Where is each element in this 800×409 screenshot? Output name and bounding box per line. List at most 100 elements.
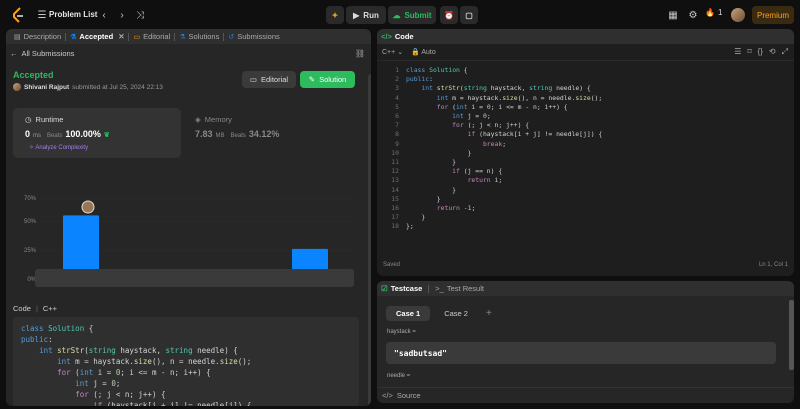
- avatar[interactable]: [731, 8, 745, 22]
- code-line[interactable]: int j = 0;: [406, 112, 491, 121]
- code-line: public:: [21, 335, 53, 344]
- line-number: 8: [395, 130, 399, 139]
- code-line[interactable]: return -1;: [406, 204, 476, 213]
- streak-counter[interactable]: 🔥 1: [705, 8, 722, 17]
- line-number: 2: [395, 75, 399, 84]
- haystack-input[interactable]: "sadbutsad": [386, 342, 776, 364]
- tab-editorial[interactable]: ▭ Editorial: [129, 29, 174, 44]
- notes-button[interactable]: ▢: [460, 6, 478, 24]
- submit-button[interactable]: ☁ Submit: [388, 6, 436, 24]
- gear-icon[interactable]: ⚙: [685, 7, 701, 23]
- case-tabs: Case 1 Case 2 +: [386, 306, 492, 321]
- next-problem-button[interactable]: ›: [114, 7, 130, 23]
- solution-button[interactable]: ✎ Solution: [300, 71, 355, 88]
- code-line[interactable]: public:: [406, 75, 433, 84]
- back-to-submissions-link[interactable]: ← All Submissions: [10, 49, 74, 58]
- history-icon: ↺: [228, 33, 235, 41]
- code-line[interactable]: int m = haystack.size(), n = needle.size…: [406, 94, 602, 103]
- code-section-header: Code | C++: [13, 304, 57, 313]
- document-icon: ▤: [14, 33, 21, 41]
- case-tab-1[interactable]: Case 1: [386, 306, 431, 321]
- code-line[interactable]: }: [406, 149, 472, 158]
- editorial-label: Editorial: [260, 75, 289, 84]
- submitter-name[interactable]: Shivani Rajput: [24, 84, 69, 91]
- flask-icon: ⚗: [70, 33, 77, 41]
- fire-icon: 🔥: [705, 8, 715, 17]
- code-line[interactable]: }: [406, 195, 441, 204]
- editorial-button[interactable]: ▭ Editorial: [242, 71, 296, 88]
- line-number: 17: [391, 213, 399, 222]
- tab-test-result[interactable]: >_ Test Result: [435, 284, 484, 293]
- cursor-position: Ln 1, Col 1: [758, 262, 788, 268]
- memory-number: 7.83: [195, 129, 213, 139]
- close-icon[interactable]: ✕: [118, 32, 124, 41]
- scrollbar[interactable]: [368, 74, 371, 406]
- tab-label: Description: [23, 32, 62, 41]
- run-button[interactable]: ▶ Run: [346, 6, 386, 24]
- layout-icon[interactable]: ▦: [665, 7, 681, 23]
- case-tab-2[interactable]: Case 2: [434, 306, 478, 321]
- code-line[interactable]: }: [406, 186, 456, 195]
- braces-icon[interactable]: {}: [758, 47, 763, 57]
- source-toggle[interactable]: </> Source: [377, 387, 794, 403]
- memory-title[interactable]: ◈ Memory: [195, 115, 232, 124]
- fullscreen-icon[interactable]: ⤢: [782, 47, 788, 57]
- tab-solutions[interactable]: ⚗ Solutions: [175, 29, 223, 44]
- line-number: 1: [395, 66, 399, 74]
- runtime-title: ◷ Runtime: [25, 115, 63, 124]
- language-select[interactable]: C++ ⌄: [382, 48, 403, 56]
- format-icon[interactable]: ☰: [734, 47, 741, 57]
- play-icon: ▶: [353, 10, 360, 20]
- submit-label: Submit: [404, 10, 432, 20]
- analyze-complexity-link[interactable]: ✧ Analyze Complexity: [29, 144, 88, 151]
- tab-testcase[interactable]: ☑ Testcase: [381, 284, 422, 293]
- tab-accepted[interactable]: ⚗ Accepted ✕: [66, 29, 128, 44]
- scrollbar[interactable]: [789, 300, 794, 370]
- code-editor[interactable]: 1 class Solution { 2 public: 3 int strStr(st…: [377, 66, 794, 256]
- leetcode-logo-icon[interactable]: [11, 7, 25, 23]
- prev-problem-button[interactable]: ‹: [96, 7, 112, 23]
- code-line[interactable]: class Solution {: [406, 66, 468, 75]
- flask-icon: ⚗: [179, 33, 186, 41]
- tab-submissions[interactable]: ↺ Submissions: [224, 29, 283, 44]
- share-link-icon[interactable]: ⛓: [355, 49, 365, 58]
- premium-button[interactable]: Premium: [752, 6, 794, 24]
- code-line[interactable]: };: [406, 222, 414, 231]
- source-label: Source: [396, 391, 421, 400]
- bookmark-icon[interactable]: ⌑: [747, 47, 751, 57]
- debug-button[interactable]: ✦: [326, 6, 344, 24]
- analyze-label: Analyze Complexity: [35, 145, 89, 151]
- checkbox-icon: ☑: [381, 284, 388, 293]
- line-number: 12: [391, 167, 399, 176]
- plus-icon[interactable]: +: [486, 308, 492, 319]
- submitted-code[interactable]: class Solution {public: int strStr(strin…: [13, 317, 359, 406]
- line-number: 6: [395, 112, 399, 120]
- runtime-card[interactable]: ◷ Runtime 0 ms Beats 100.00% ❦ ✧ Analyze …: [13, 108, 181, 158]
- tab-description[interactable]: ▤ Description: [10, 29, 65, 44]
- code-line[interactable]: if (j == n) {: [406, 167, 502, 176]
- code-line[interactable]: if (haystack[i + j] != needle[j]) {: [406, 130, 603, 139]
- autocomplete-toggle[interactable]: 🔒 Auto: [411, 48, 436, 56]
- code-line[interactable]: int strStr(string haystack, string needl…: [406, 84, 590, 93]
- problem-list-link[interactable]: Problem List: [49, 10, 97, 19]
- runtime-label: Runtime: [35, 115, 64, 124]
- list-icon[interactable]: ☰: [34, 7, 50, 23]
- code-line: for (; j < n; j++) {: [75, 390, 166, 399]
- reset-icon[interactable]: ⟲: [769, 47, 776, 57]
- code-line[interactable]: return i;: [406, 176, 503, 185]
- code-line[interactable]: }: [406, 158, 456, 167]
- tab-label: Editorial: [143, 32, 171, 41]
- line-number: 16: [391, 204, 399, 212]
- code-line[interactable]: for (; j < n; j++) {: [406, 121, 529, 130]
- code-line[interactable]: for (int i = 0; i <= m - n; i++) {: [406, 103, 568, 112]
- shuffle-icon[interactable]: ⤨: [132, 7, 148, 23]
- book-icon: ▭: [133, 33, 141, 41]
- editor-toolbar: C++ ⌄ 🔒 Auto: [377, 44, 794, 61]
- code-line[interactable]: }: [406, 213, 425, 222]
- chart-range-slider[interactable]: [35, 269, 354, 287]
- code-line[interactable]: break;: [406, 140, 506, 149]
- line-number: 10: [391, 148, 399, 157]
- timer-button[interactable]: ⏰: [440, 6, 458, 24]
- line-number: 7: [395, 121, 399, 130]
- line-number: 3: [395, 84, 399, 93]
